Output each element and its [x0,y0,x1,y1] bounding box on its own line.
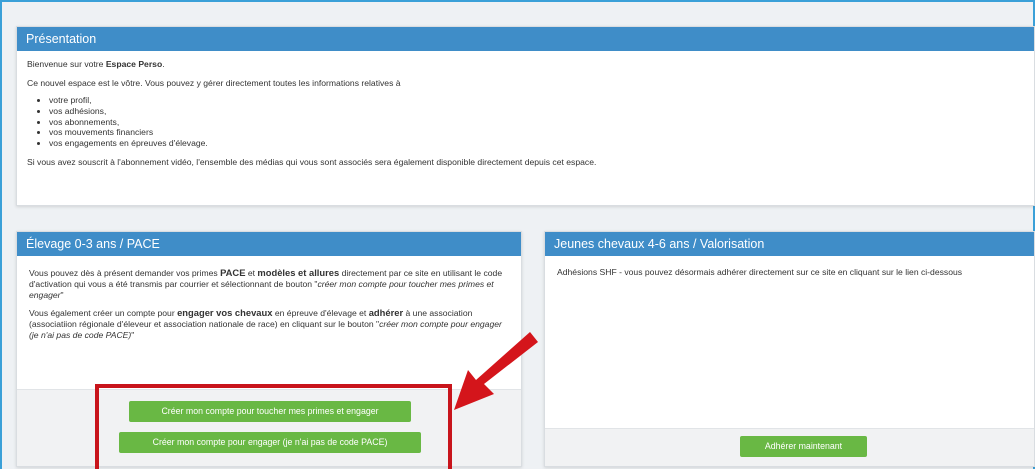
list-item: vos abonnements, [49,117,1024,128]
jeunes-text: Adhésions SHF - vous pouvez désormais ad… [557,267,963,277]
bold-engager: engager vos chevaux [177,307,273,318]
bold-adherer: adhérer [368,307,404,318]
text-span: Vous également créer un compte pour [29,308,178,318]
bold-pace: PACE [220,267,246,278]
list-item: votre profil, [49,95,1024,106]
text-span: en épreuve d'élevage et [272,308,369,318]
elevage-body: Vous pouvez dès à présent demander vos p… [17,256,521,358]
presentation-panel: Présentation Bienvenue sur votre Espace … [16,26,1035,206]
elevage-footer: Créer mon compte pour toucher mes primes… [17,389,521,466]
elevage-paragraph-2: Vous également créer un compte pour enga… [29,307,509,341]
list-item: vos adhésions, [49,106,1024,117]
video-note: Si vous avez souscrit à l'abonnement vid… [27,156,597,167]
intro-text: Ce nouvel espace est le vôtre. Vous pouv… [27,78,401,88]
jeunes-footer: Adhérer maintenant [545,428,1034,466]
presentation-body: Bienvenue sur votre Espace Perso. Ce nou… [17,51,1034,184]
info-list: votre profil, vos adhésions, vos abonnem… [49,95,1024,149]
elevage-paragraph-1: Vous pouvez dès à présent demander vos p… [29,267,509,301]
welcome-suffix: . [162,59,165,69]
adherer-button[interactable]: Adhérer maintenant [740,436,867,457]
presentation-title: Présentation [17,27,1034,51]
welcome-bold: Espace Perso [105,59,163,69]
jeunes-title: Jeunes chevaux 4-6 ans / Valorisation [545,232,1034,256]
bold-modeles: modèles et allures [257,267,340,278]
elevage-panel: Élevage 0-3 ans / PACE Vous pouvez dès à… [16,231,522,467]
text-span: Vous pouvez dès à présent demander vos p… [29,268,221,278]
create-account-primes-button[interactable]: Créer mon compte pour toucher mes primes… [129,401,411,422]
text-span: " [131,330,135,340]
create-account-engager-button[interactable]: Créer mon compte pour engager (je n'ai p… [119,432,421,453]
welcome-text: Bienvenue sur votre Espace Perso. [27,59,1024,70]
welcome-prefix: Bienvenue sur votre [27,59,106,69]
text-span: et [245,268,258,278]
jeunes-chevaux-panel: Jeunes chevaux 4-6 ans / Valorisation Ad… [544,231,1035,467]
list-item: vos mouvements financiers [49,127,1024,138]
elevage-title: Élevage 0-3 ans / PACE [17,232,521,256]
list-item: vos engagements en épreuves d'élevage. [49,138,1024,149]
jeunes-body: Adhésions SHF - vous pouvez désormais ad… [545,256,1034,295]
text-span: " [60,290,64,300]
